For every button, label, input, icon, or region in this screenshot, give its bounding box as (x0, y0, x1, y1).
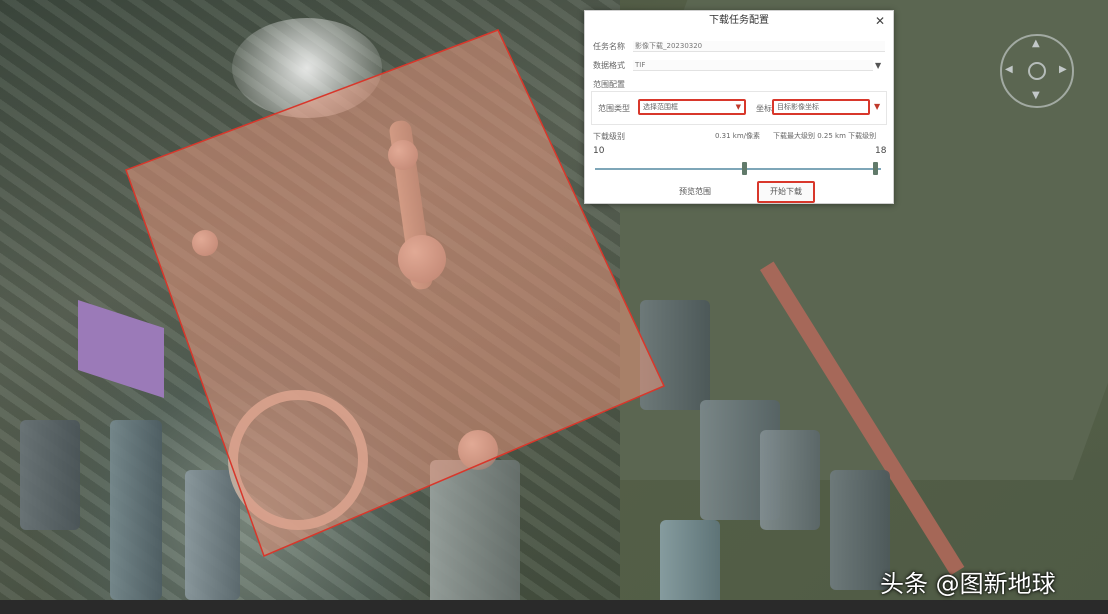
range-section-label: 范围配置 (593, 80, 625, 89)
level-min: 10 (593, 146, 605, 156)
status-bar (0, 600, 1108, 614)
chevron-down-icon[interactable]: ▼ (875, 61, 881, 70)
level-label: 下载级别 (593, 132, 625, 141)
level-slider-end-handle[interactable] (873, 162, 879, 175)
data-format-label: 数据格式 (593, 61, 625, 70)
selection-overlay (125, 29, 666, 558)
level-hint-right: 下载最大级别 0.25 km 下载级别 (773, 132, 877, 140)
dialog-title: 下载任务配置 (709, 15, 769, 26)
level-slider-start-handle[interactable] (741, 162, 747, 175)
level-slider-track[interactable] (595, 168, 881, 170)
watermark: 头条 @图新地球 (880, 570, 1056, 598)
task-name-input[interactable]: 影像下载_20230320 (633, 41, 885, 52)
data-format-select[interactable]: TIF (633, 60, 873, 71)
range-type-value: 选择范围框 (643, 103, 678, 111)
chevron-down-icon[interactable]: ▼ (874, 102, 880, 111)
level-max: 18 (875, 146, 887, 156)
range-type-label: 范围类型 (598, 104, 630, 113)
satellite-map[interactable]: ▲ ▼ ◀ ▶ 头条 @图新地球 (0, 0, 1108, 614)
chevron-down-icon: ▼ (735, 103, 741, 111)
level-hint-left: 0.31 km/像素 (715, 132, 761, 140)
close-icon[interactable]: ✕ (873, 14, 887, 28)
range-type-select[interactable]: 选择范围框 ▼ (638, 99, 746, 115)
download-task-dialog: 下载任务配置 ✕ 任务名称 影像下载_20230320 数据格式 TIF ▼ 范… (584, 10, 894, 204)
range-group: 范围类型 选择范围框 ▼ 坐标 目标影像坐标 ▼ (591, 91, 887, 125)
start-download-button[interactable]: 开始下载 (757, 181, 815, 203)
preview-range-button[interactable]: 预览范围 (665, 181, 725, 203)
coordinate-label: 坐标 (756, 104, 772, 113)
compass-icon[interactable]: ▲ ▼ ◀ ▶ (1000, 34, 1074, 108)
task-name-label: 任务名称 (593, 42, 625, 51)
coordinate-value: 目标影像坐标 (777, 103, 819, 111)
coordinate-select[interactable]: 目标影像坐标 (772, 99, 870, 115)
